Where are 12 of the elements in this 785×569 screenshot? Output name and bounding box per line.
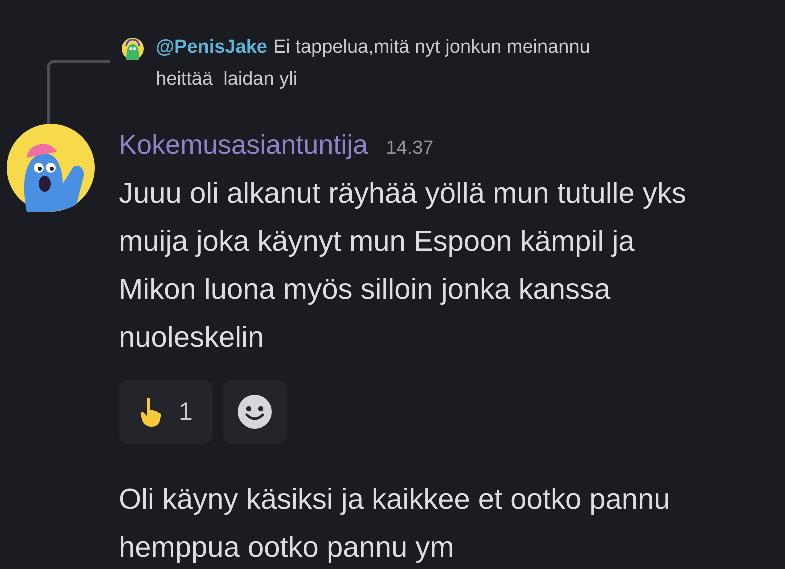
author-name[interactable]: Kokemusasiantuntija — [119, 130, 368, 161]
smiley-icon — [237, 394, 273, 430]
avatar-drawing[interactable] — [122, 38, 144, 60]
reply-text[interactable]: @PenisJake Ei tappelua,mitä nyt jonkun meinannu heittää laidan yli — [156, 32, 590, 96]
message-text: Juuu oli alkanut räyhää yöllä mun tutulle yks muija joka käynyt mun Espoon kämpil ja Mikon luona myös silloin jonka kanssa nuoleskelin — [119, 177, 686, 356]
add-reaction-button[interactable] — [223, 380, 287, 444]
reply-author-name[interactable]: @PenisJake — [156, 37, 268, 58]
message-text: Oli käyny käsiksi ja kaikkee et ootko pannu hemppua ootko pannu ym — [119, 483, 672, 566]
timestamp: 14.37 — [386, 138, 434, 160]
avatar-drawing[interactable] — [7, 124, 95, 212]
pointing-hand-icon — [139, 397, 164, 427]
reaction-button[interactable]: 1 — [119, 380, 213, 444]
